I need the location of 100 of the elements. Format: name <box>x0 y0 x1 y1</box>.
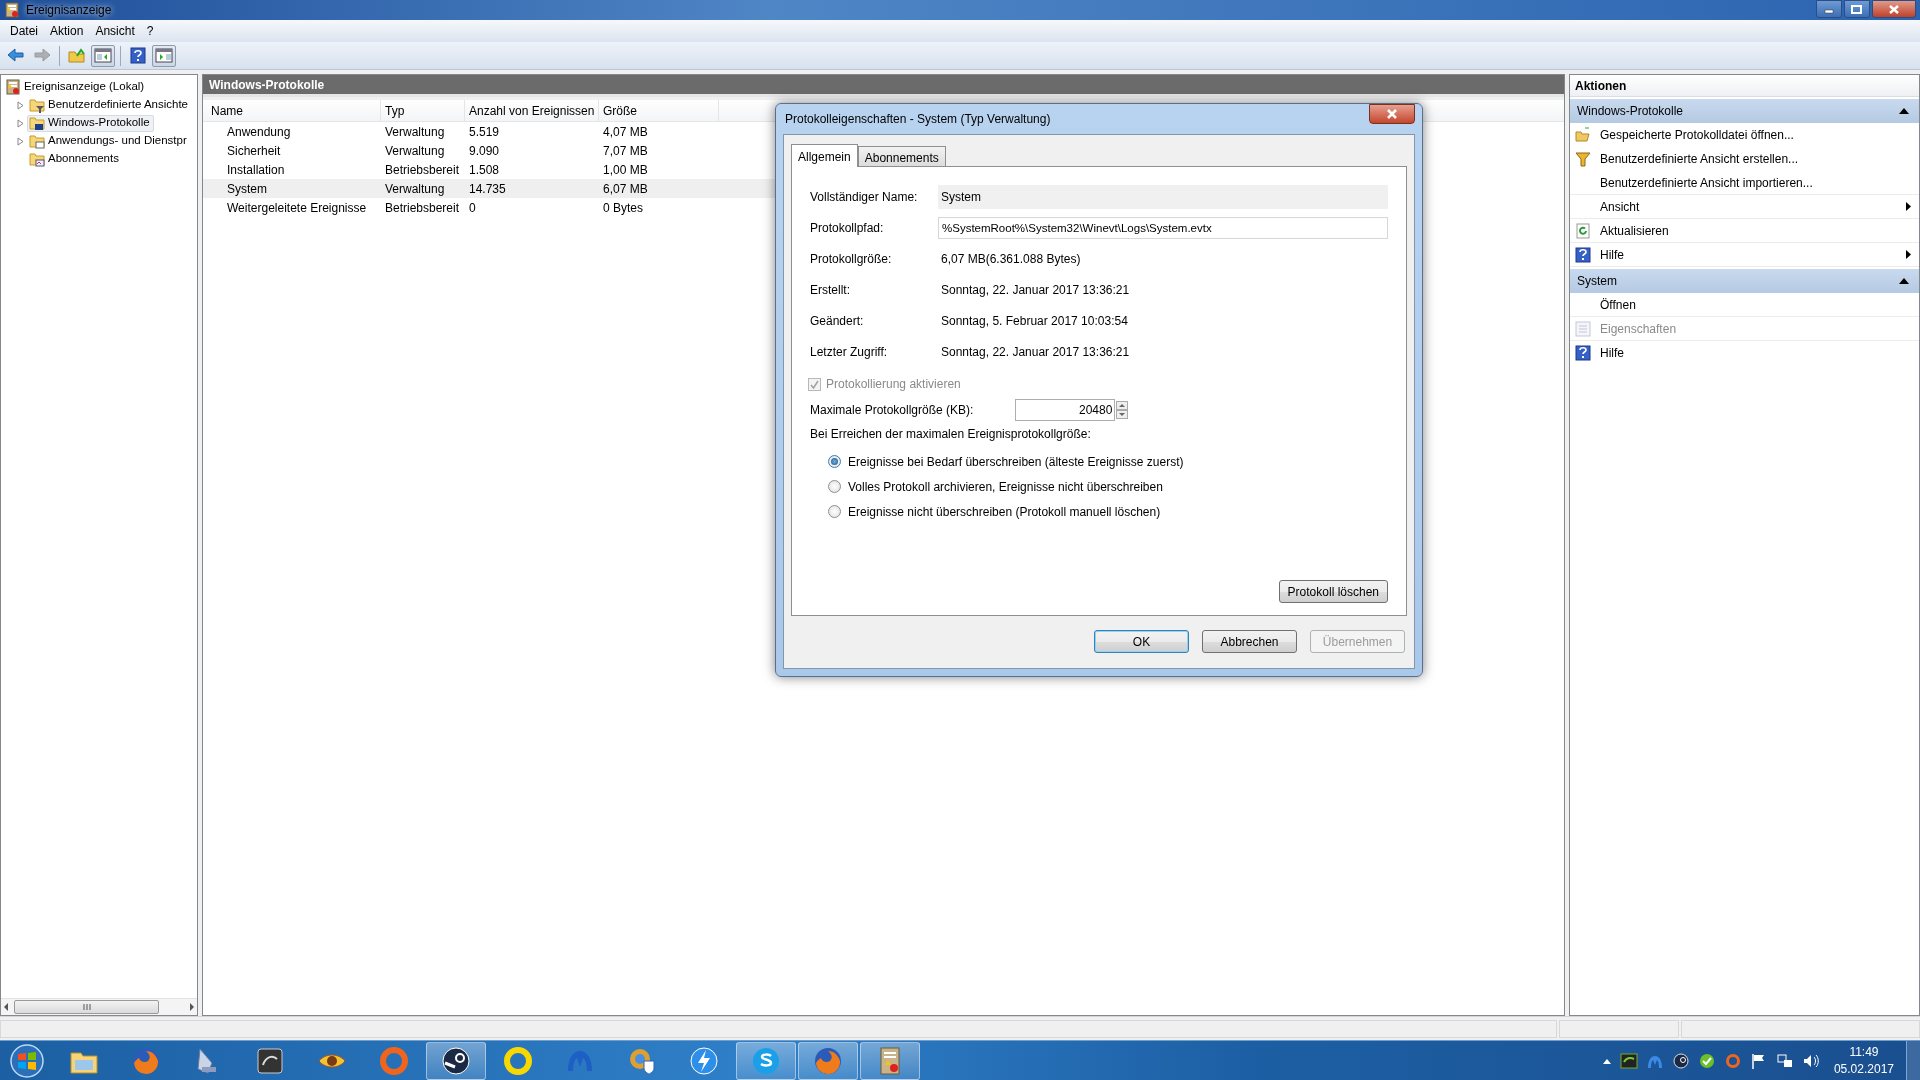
properties-icon <box>1575 320 1591 337</box>
tray-app-icon[interactable] <box>1671 1052 1690 1069</box>
column-header[interactable]: Typ <box>381 100 465 121</box>
tree-item[interactable]: Benutzerdefinierte Ansichte <box>27 96 192 114</box>
scroll-right-icon[interactable] <box>187 1001 197 1013</box>
event-log-icon <box>5 79 21 95</box>
close-icon <box>1386 109 1398 119</box>
checkmark-icon <box>810 379 819 389</box>
spinner-icon[interactable] <box>1116 401 1129 419</box>
table-cell-text: Sicherheit <box>226 142 282 160</box>
action-item[interactable]: Ansicht <box>1570 195 1919 219</box>
path-field[interactable]: %SystemRoot%\System32\Winevt\Logs\System.evtx <box>938 216 1388 239</box>
field-label: Maximale Protokollgröße (KB): <box>810 402 974 419</box>
collapse-arrow-icon[interactable] <box>1899 108 1909 114</box>
column-header[interactable]: Größe <box>599 100 719 121</box>
tab[interactable]: Abonnements <box>857 146 946 166</box>
expand-arrow-icon[interactable] <box>17 118 25 128</box>
number-field[interactable]: 20480 <box>1015 399 1116 421</box>
folder-icon <box>29 115 45 131</box>
panel-header: Windows-Protokolle <box>203 75 1564 97</box>
collapse-arrow-icon[interactable] <box>1899 278 1909 284</box>
filter-icon <box>1575 151 1591 167</box>
action-item[interactable]: Hilfe <box>1570 341 1919 365</box>
field-label: Erstellt: <box>810 281 851 299</box>
field-label: Geändert: <box>810 312 865 330</box>
clear-log-button[interactable]: Protokoll löschen <box>1278 580 1388 603</box>
table-cell-text: Betriebsbereit <box>384 161 461 179</box>
tree-item[interactable]: Ereignisanzeige (Lokal) <box>3 78 149 96</box>
ring-icon[interactable] <box>1723 1052 1742 1069</box>
restore-icon <box>1850 3 1864 15</box>
dialog-button[interactable]: OK <box>1094 630 1189 653</box>
field-value: Sonntag, 22. Januar 2017 13:36:21 <box>940 281 1130 299</box>
tree-pane-icon <box>94 47 112 64</box>
action-item[interactable]: Hilfe <box>1570 243 1919 267</box>
close-button[interactable] <box>1369 104 1415 124</box>
column-header[interactable]: Name <box>203 100 381 121</box>
expand-arrow-icon[interactable] <box>17 100 25 110</box>
table-cell-text: Verwaltung <box>384 142 446 160</box>
folder-icon <box>29 133 45 149</box>
tree-item[interactable]: Anwendungs- und Dienstpr <box>27 132 191 150</box>
section-title: Windows-Protokolle <box>1577 103 1684 120</box>
submenu-arrow-icon <box>1906 250 1911 259</box>
action-item[interactable]: Benutzerdefinierte Ansicht erstellen... <box>1570 147 1919 171</box>
taskbar-button[interactable] <box>426 1041 486 1080</box>
window-title: Ereignisanzeige <box>26 2 112 19</box>
scroll-thumb[interactable] <box>14 1000 159 1014</box>
tab[interactable]: Allgemein <box>791 144 858 167</box>
menu-item[interactable]: Ansicht <box>90 21 140 41</box>
app-icon <box>4 2 20 18</box>
minimize-button[interactable] <box>1816 0 1842 18</box>
section-header[interactable]: Windows-Protokolle <box>1570 99 1919 123</box>
radio-button[interactable] <box>828 480 841 493</box>
column-header[interactable]: Anzahl von Ereignissen <box>465 100 599 121</box>
table-cell-text: Betriebsbereit <box>384 199 461 217</box>
field-label: Protokollgröße: <box>810 250 893 268</box>
tray-app-icon[interactable] <box>1697 1052 1716 1069</box>
filter-folder-icon <box>29 97 45 113</box>
horizontal-scrollbar[interactable] <box>1 998 197 1015</box>
readonly-field: System <box>938 184 1388 209</box>
table-cell-text: System <box>226 180 268 198</box>
radio-label[interactable]: Ereignisse bei Bedarf überschreiben (älteste Ereignisse zuerst) <box>848 452 1184 471</box>
tree-item[interactable]: Windows-Protokolle <box>27 114 154 132</box>
folder-icon <box>29 151 45 167</box>
menu-item[interactable]: ? <box>141 21 159 41</box>
restore-button[interactable] <box>1844 0 1870 18</box>
section-header[interactable]: System <box>1570 269 1919 293</box>
action-item[interactable]: Benutzerdefinierte Ansicht importieren... <box>1570 171 1919 195</box>
tree-item[interactable]: Abonnements <box>27 150 123 168</box>
radio-button[interactable] <box>828 455 841 468</box>
action-item[interactable]: Gespeicherte Protokolldatei öffnen... <box>1570 123 1919 147</box>
close-button[interactable] <box>1872 0 1916 18</box>
radio-label[interactable]: Ereignisse nicht überschreiben (Protokoll manuell löschen) <box>848 502 1161 521</box>
action-item[interactable]: Aktualisieren <box>1570 219 1919 243</box>
expand-arrow-icon[interactable] <box>17 136 25 146</box>
dialog-button[interactable]: Abbrechen <box>1202 630 1297 653</box>
menu-item[interactable]: Aktion <box>45 21 89 41</box>
windows-logo-icon <box>9 1042 45 1079</box>
radio-label[interactable]: Volles Protokoll archivieren, Ereignisse nicht überschreiben <box>848 477 1163 496</box>
dialog-title: Protokolleigenschaften - System (Typ Verwaltung) <box>785 111 1051 128</box>
menu-item[interactable]: Datei <box>5 21 43 41</box>
open-folder-icon <box>1575 127 1591 143</box>
table-cell-text: 14.735 <box>468 180 507 198</box>
table-cell-text: 1.508 <box>468 161 501 179</box>
table-cell-text: 4,07 MB <box>602 123 649 141</box>
back-arrow-icon <box>7 47 25 64</box>
radio-button[interactable] <box>828 505 841 518</box>
help-icon <box>129 47 147 64</box>
field-label: Letzter Zugriff: <box>810 343 889 361</box>
table-cell-text: 0 <box>468 199 477 217</box>
clock-time: 11:49 <box>1848 1043 1880 1061</box>
section-label: Bei Erreichen der maximalen Ereignisprotokollgröße: <box>810 426 1092 443</box>
toolbar-button[interactable] <box>152 44 176 67</box>
speaker-icon[interactable] <box>1801 1052 1820 1069</box>
folder-up-icon <box>68 47 86 64</box>
toolbar-button[interactable] <box>91 44 115 67</box>
table-cell-text: Verwaltung <box>384 180 446 198</box>
network-icon[interactable] <box>1775 1052 1794 1069</box>
action-item[interactable]: Öffnen <box>1570 293 1919 317</box>
forward-arrow-icon <box>33 47 51 64</box>
tray-app-icon[interactable] <box>1619 1052 1638 1069</box>
